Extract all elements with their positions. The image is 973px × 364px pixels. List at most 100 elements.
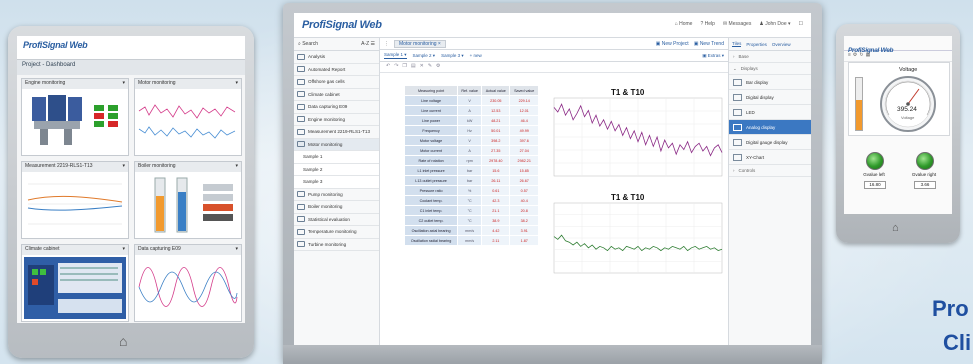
app-logo[interactable]: ProfiSignal Web <box>302 19 382 31</box>
table-row[interactable]: Oscillation axial bearing mm/s 4.42 3.91 <box>403 225 539 236</box>
paste-icon[interactable]: ▤ <box>411 63 420 69</box>
sidebar-item[interactable]: Temperature monitoring <box>294 226 379 239</box>
section-controls[interactable]: › Controls <box>729 165 811 177</box>
tab-new[interactable]: + new <box>470 53 482 58</box>
sidebar-item[interactable]: Motor monitoring <box>294 138 379 151</box>
tab-label: Sample 1 <box>384 52 404 57</box>
chevron-down-icon[interactable]: ▾ <box>235 80 238 86</box>
nav-messages[interactable]: ✉ Messages <box>723 21 751 27</box>
sidebar-subitem[interactable]: Sample 2 <box>294 163 379 176</box>
section-base[interactable]: › Base <box>729 51 811 63</box>
edit-icon[interactable]: ✎ <box>428 63 436 69</box>
sidebar-item-label: Analysis <box>308 54 326 60</box>
chevron-down-icon[interactable]: ▾ <box>122 246 125 252</box>
sidebar-item[interactable]: Climate cabinet <box>294 89 379 101</box>
table-cell-saved: 1.87 <box>509 235 539 246</box>
new-trend-button[interactable]: ▣ New Trend <box>694 41 724 47</box>
table-row[interactable]: Motor current A 27.35 27.04 <box>403 145 539 156</box>
sidebar-item[interactable]: Pump monitoring <box>294 189 379 201</box>
table-cell-saved: 0.57 <box>509 185 539 196</box>
sidebar-subitem[interactable]: Sample 1 <box>294 151 379 164</box>
search-icon: ⌕ <box>298 41 301 47</box>
fullscreen-icon[interactable]: ☐ <box>799 21 803 27</box>
tab-properties[interactable]: Properties <box>746 42 767 47</box>
sidebar-item[interactable]: Turbine monitoring <box>294 239 379 251</box>
sort-toggle[interactable]: A-Z ☰ <box>361 41 375 47</box>
table-row[interactable]: Rate of rotation rpm 2978.40 2982.21 <box>403 155 539 166</box>
chevron-down-icon[interactable]: ▾ <box>235 246 238 252</box>
settings-icon[interactable]: ⚙ <box>436 63 444 69</box>
tablet-screen: ProfiSignal Web Project - Dashboard Engi… <box>17 36 245 323</box>
display-type-item[interactable]: XY-Chart <box>729 150 811 165</box>
tab-tiles[interactable]: Tiles <box>732 41 742 47</box>
table-row[interactable]: Line current A 12.53 12.01 <box>403 105 539 116</box>
table-row[interactable]: C1 inlet temp. °C 21.1 20.8 <box>403 205 539 216</box>
table-cell-actual: 26.11 <box>481 175 511 186</box>
sidebar-item[interactable]: Analysis <box>294 51 379 64</box>
tab-sample-3[interactable]: Sample 3 ▾ <box>441 53 464 59</box>
display-type-label: Digital gauge display <box>746 139 788 145</box>
dashboard-tile[interactable]: Boiler monitoring ▾ <box>134 161 242 239</box>
table-row[interactable]: C2 outlet temp. °C 38.9 38.2 <box>403 215 539 226</box>
tab-sample-2[interactable]: Sample 2 ▾ <box>413 53 436 59</box>
extras-button[interactable]: ▣ Extras ▾ <box>702 53 724 59</box>
sidebar-item[interactable]: Data capturing E09 <box>294 101 379 114</box>
dashboard-tile[interactable]: Engine monitoring ▾ <box>21 78 129 156</box>
sidebar-item[interactable]: Engine monitoring <box>294 114 379 126</box>
table-cell-unit: °C <box>457 215 483 226</box>
tab-sample-1[interactable]: Sample 1 ▾ <box>384 52 407 59</box>
nav-help-label: Help <box>704 21 715 27</box>
sidebar-item[interactable]: Measurement 2219-RLS1-T13 <box>294 126 379 139</box>
sidebar-item[interactable]: Offshore gas cells <box>294 76 379 89</box>
table-row[interactable]: Line power kW 48.21 46.4 <box>403 115 539 126</box>
new-project-button[interactable]: ▣ New Project <box>656 41 689 47</box>
nav-home[interactable]: ⌂ Home <box>675 21 693 27</box>
chevron-down-icon[interactable]: ▾ <box>122 80 125 86</box>
search-input[interactable]: Search <box>302 41 318 47</box>
dashboard-tile[interactable]: Climate cabinet ▾ <box>21 244 129 322</box>
section-displays[interactable]: ⌄ Displays <box>729 63 811 75</box>
delete-icon[interactable]: ✕ <box>420 63 428 69</box>
nav-user[interactable]: ♟ John Doe ▾ <box>759 21 790 27</box>
trend-chart-bottom[interactable] <box>542 201 726 283</box>
sidebar-item[interactable]: Automated Report <box>294 64 379 76</box>
table-row[interactable]: L13 outlet pressure bar 26.11 26.67 <box>403 175 539 186</box>
sidebar-item[interactable]: Boiler monitoring <box>294 201 379 214</box>
table-row[interactable]: Pressure ratio% 0.61 0.57 <box>403 185 539 196</box>
chevron-down-icon[interactable]: ▾ <box>122 163 125 169</box>
menu-icon[interactable]: ⋮ <box>384 41 389 47</box>
dashboard-tile[interactable]: Motor monitoring ▾ <box>134 78 242 156</box>
table-cell-actual: 38.9 <box>481 215 511 226</box>
display-type-item[interactable]: Analog display <box>729 120 811 135</box>
chevron-down-icon[interactable]: ▾ <box>235 163 238 169</box>
search-bar[interactable]: ⌕ Search A-Z ☰ <box>294 38 379 51</box>
tab-motor-monitoring[interactable]: Motor monitoring × <box>394 39 446 48</box>
display-type-item[interactable]: Digital display <box>729 90 811 105</box>
dashboard-tile[interactable]: Data capturing E09 ▾ <box>134 244 242 322</box>
table-row[interactable]: Motor voltage V 398.2 397.6 <box>403 135 539 146</box>
table-row[interactable]: Frequency Hz 50.01 49.99 <box>403 125 539 136</box>
table-cell-name: C1 inlet temp. <box>403 205 459 216</box>
table-cell-unit: mm/s <box>457 225 483 236</box>
trend-chart-top[interactable] <box>542 96 726 186</box>
dashboard-icon <box>297 78 305 85</box>
undo-icon[interactable]: ↶ <box>386 63 394 69</box>
dashboard-tile[interactable]: Measurement 2219-RLS1-T13 ▾ <box>21 161 129 239</box>
table-row[interactable]: Oscillation radial bearing mm/s 2.11 1.87 <box>403 235 539 246</box>
copy-icon[interactable]: ❐ <box>402 63 410 69</box>
home-icon[interactable]: ⌂ <box>892 222 899 234</box>
home-icon[interactable]: ⌂ <box>119 333 127 349</box>
display-type-item[interactable]: LED <box>729 105 811 120</box>
table-cell-unit: % <box>457 185 483 196</box>
tile-title: Boiler monitoring <box>138 163 176 169</box>
table-row[interactable]: Line voltage V 230.05 229.14 <box>403 95 539 106</box>
sidebar-item[interactable]: Statistical evaluation <box>294 214 379 226</box>
chart-icon[interactable]: ▦ <box>866 52 873 58</box>
display-type-item[interactable]: Digital gauge display <box>729 135 811 150</box>
sidebar-subitem[interactable]: Sample 3 <box>294 176 379 189</box>
display-type-item[interactable]: Bar display <box>729 75 811 90</box>
tab-overview[interactable]: Overview <box>772 42 791 47</box>
nav-help[interactable]: ? Help <box>700 21 714 27</box>
table-row[interactable]: L1 inlet pressure bar 15.6 15.85 <box>403 165 539 176</box>
table-row[interactable]: Coolant temp. °C 42.3 40.4 <box>403 195 539 206</box>
